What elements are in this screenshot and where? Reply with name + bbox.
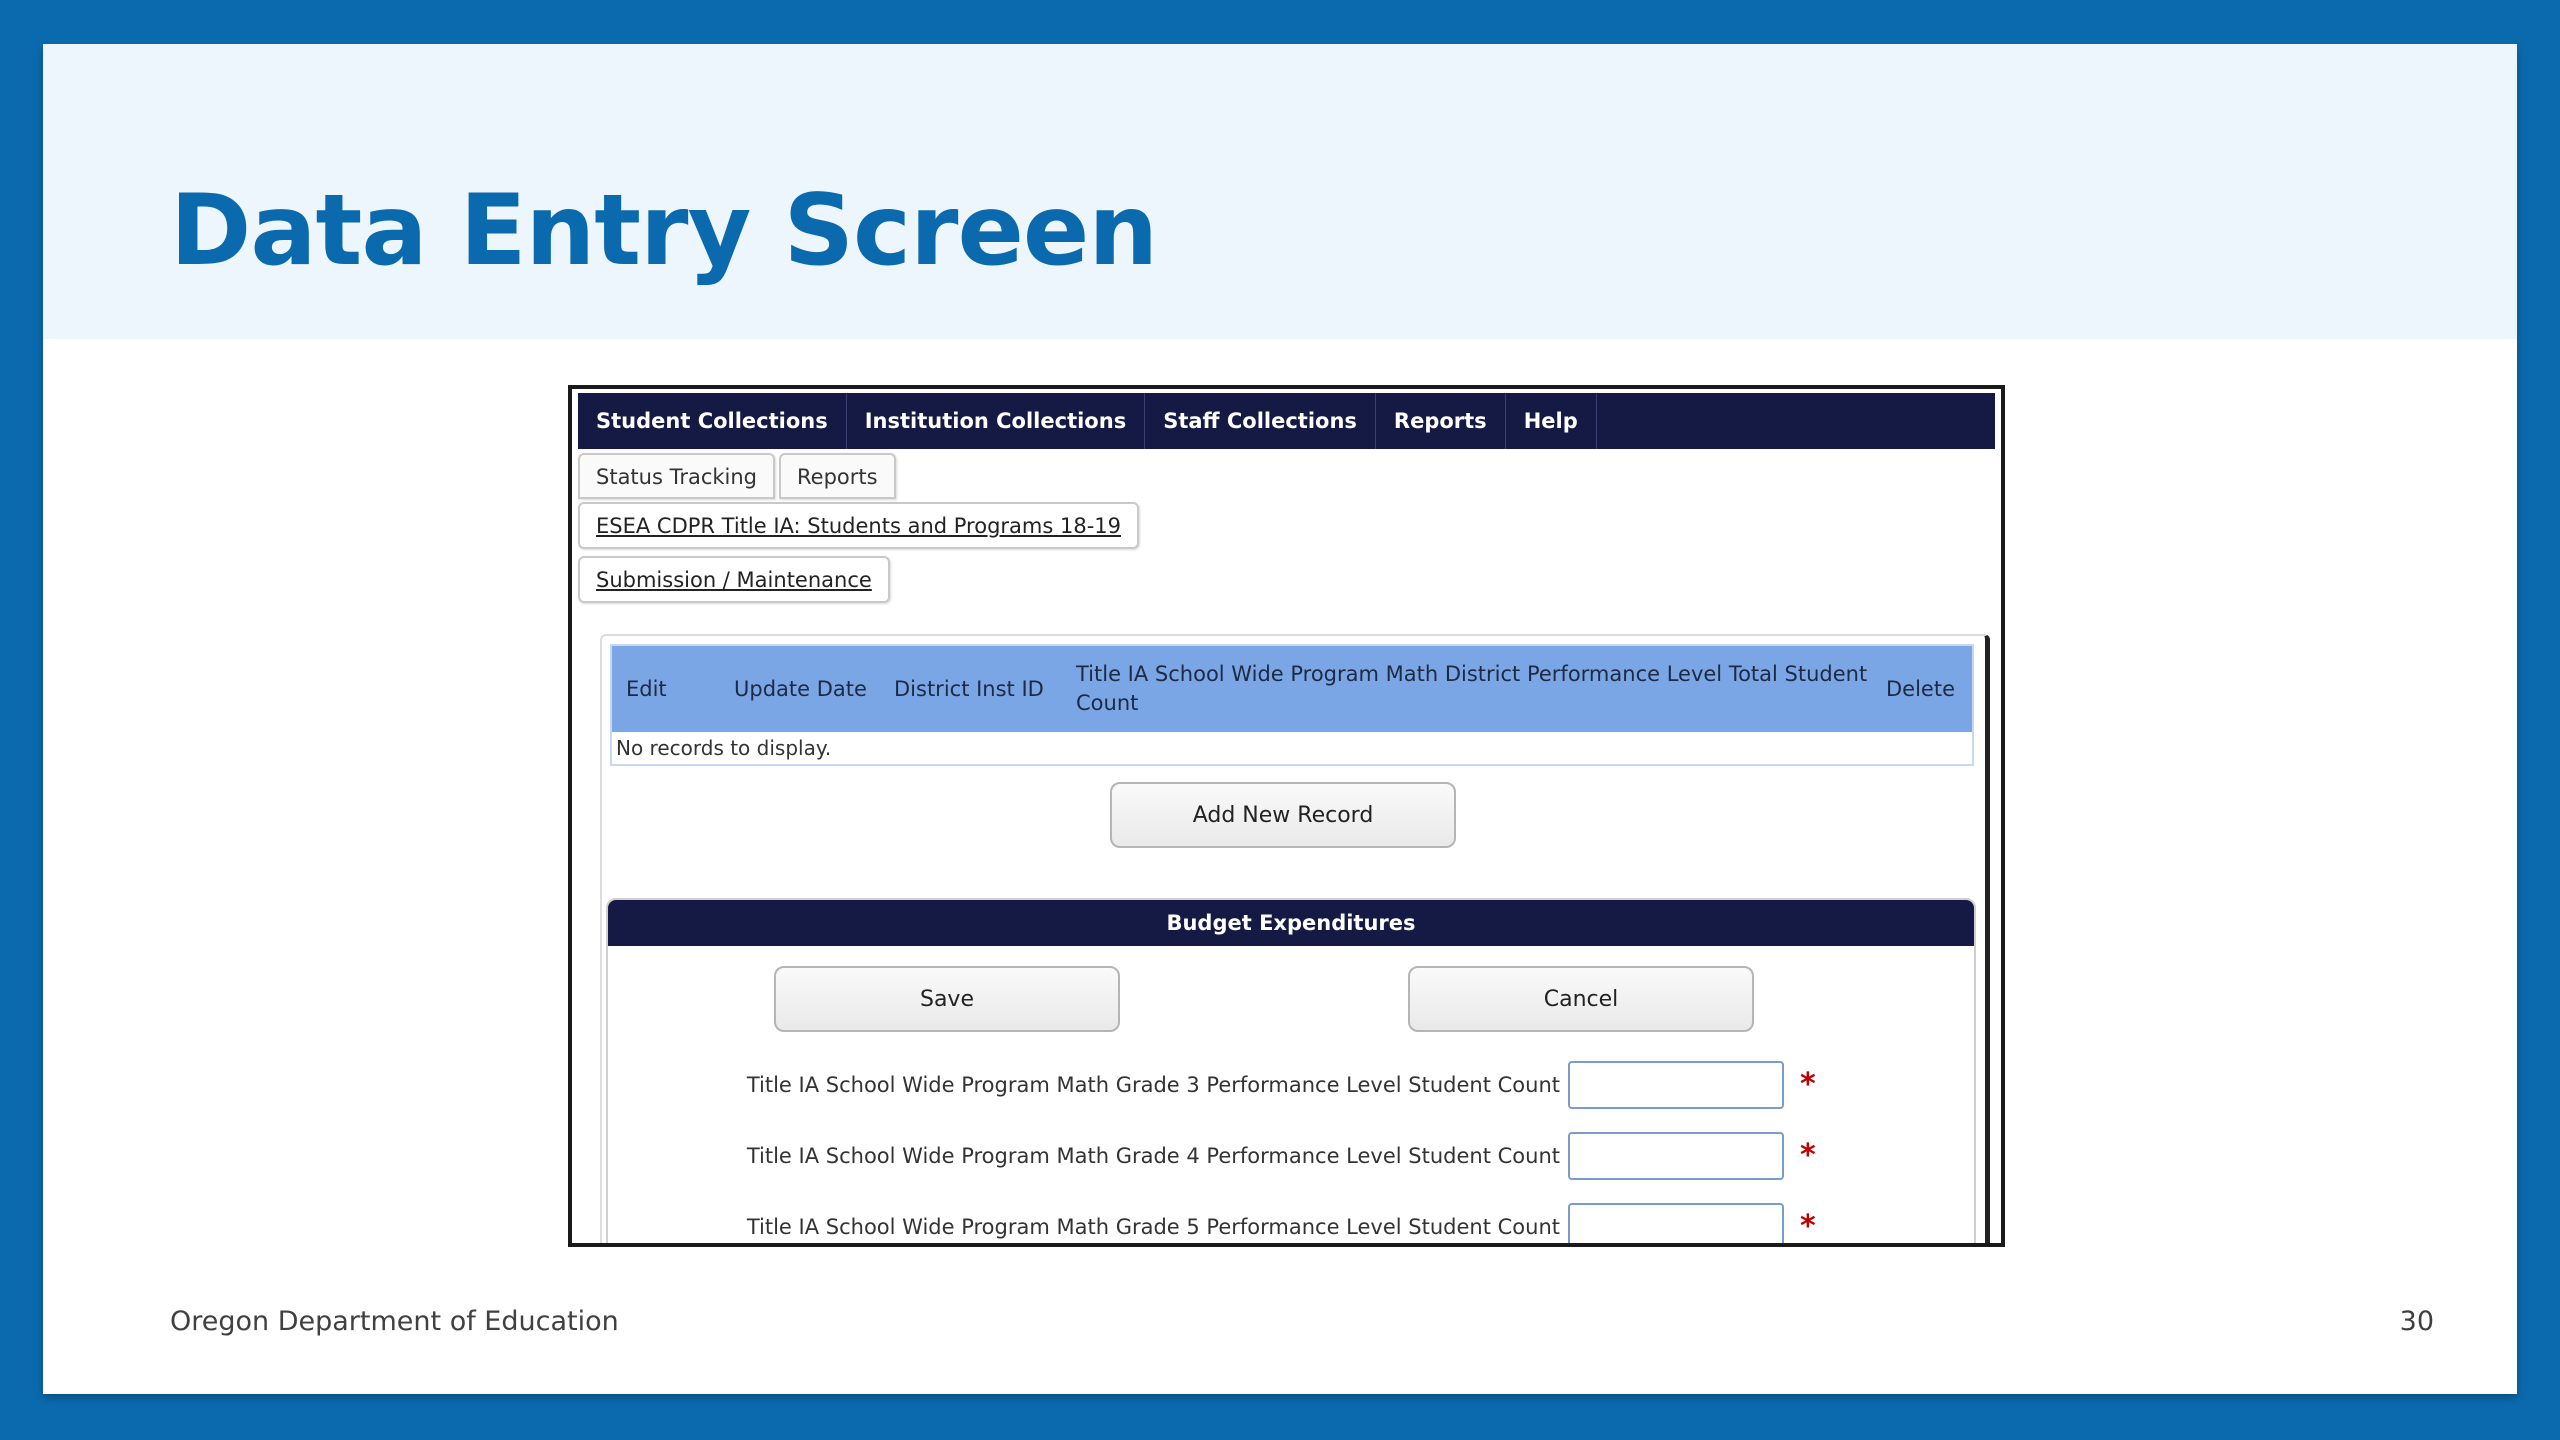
records-grid: Edit Update Date District Inst ID Title … [610,644,1974,766]
column-header-edit[interactable]: Edit [612,675,720,704]
column-header-total-student-count[interactable]: Title IA School Wide Program Math Distri… [1062,660,1872,718]
column-header-update-date[interactable]: Update Date [720,675,880,704]
field-row-grade-3: Title IA School Wide Program Math Grade … [608,1061,1974,1111]
grade-4-count-input[interactable] [1568,1132,1784,1180]
cancel-button[interactable]: Cancel [1408,966,1754,1032]
collection-link[interactable]: ESEA CDPR Title IA: Students and Program… [578,502,1139,549]
field-label-grade-5: Title IA School Wide Program Math Grade … [746,1215,1560,1239]
slide: Data Entry Screen Student Collections In… [43,44,2517,1394]
panel-title: Budget Expenditures [608,900,1974,946]
field-row-grade-5: Title IA School Wide Program Math Grade … [608,1203,1974,1244]
tab-status-tracking[interactable]: Status Tracking [578,453,776,499]
add-new-record-button[interactable]: Add New Record [1110,782,1456,848]
required-icon: * [1800,1067,1816,1102]
grade-5-count-input[interactable] [1568,1203,1784,1243]
save-button[interactable]: Save [774,966,1120,1032]
submission-maintenance-link[interactable]: Submission / Maintenance [578,556,890,603]
required-icon: * [1800,1209,1816,1244]
grade-3-count-input[interactable] [1568,1061,1784,1109]
required-icon: * [1800,1138,1816,1173]
tab-reports[interactable]: Reports [779,453,896,499]
nav-help[interactable]: Help [1506,393,1597,449]
nav-reports[interactable]: Reports [1376,393,1506,449]
field-label-grade-3: Title IA School Wide Program Math Grade … [746,1073,1560,1097]
tab-row: Status Tracking Reports [578,453,896,499]
nav-student-collections[interactable]: Student Collections [578,393,847,449]
page-number: 30 [2399,1306,2434,1337]
records-container: Edit Update Date District Inst ID Title … [600,634,1990,1244]
grid-empty-message: No records to display. [612,732,1972,764]
app-screenshot: Student Collections Institution Collecti… [568,385,2005,1247]
field-row-grade-4: Title IA School Wide Program Math Grade … [608,1132,1974,1182]
footer-organization: Oregon Department of Education [170,1306,619,1337]
column-header-delete: Delete [1886,676,1955,701]
budget-expenditures-panel: Budget Expenditures Save Cancel Title IA… [606,898,1976,1244]
nav-institution-collections[interactable]: Institution Collections [847,393,1146,449]
top-nav: Student Collections Institution Collecti… [578,393,1995,449]
slide-title: Data Entry Screen [170,174,1158,288]
grid-header: Edit Update Date District Inst ID Title … [612,646,1972,732]
nav-staff-collections[interactable]: Staff Collections [1145,393,1376,449]
field-label-grade-4: Title IA School Wide Program Math Grade … [746,1144,1560,1168]
column-header-district-inst-id[interactable]: District Inst ID [880,675,1062,704]
